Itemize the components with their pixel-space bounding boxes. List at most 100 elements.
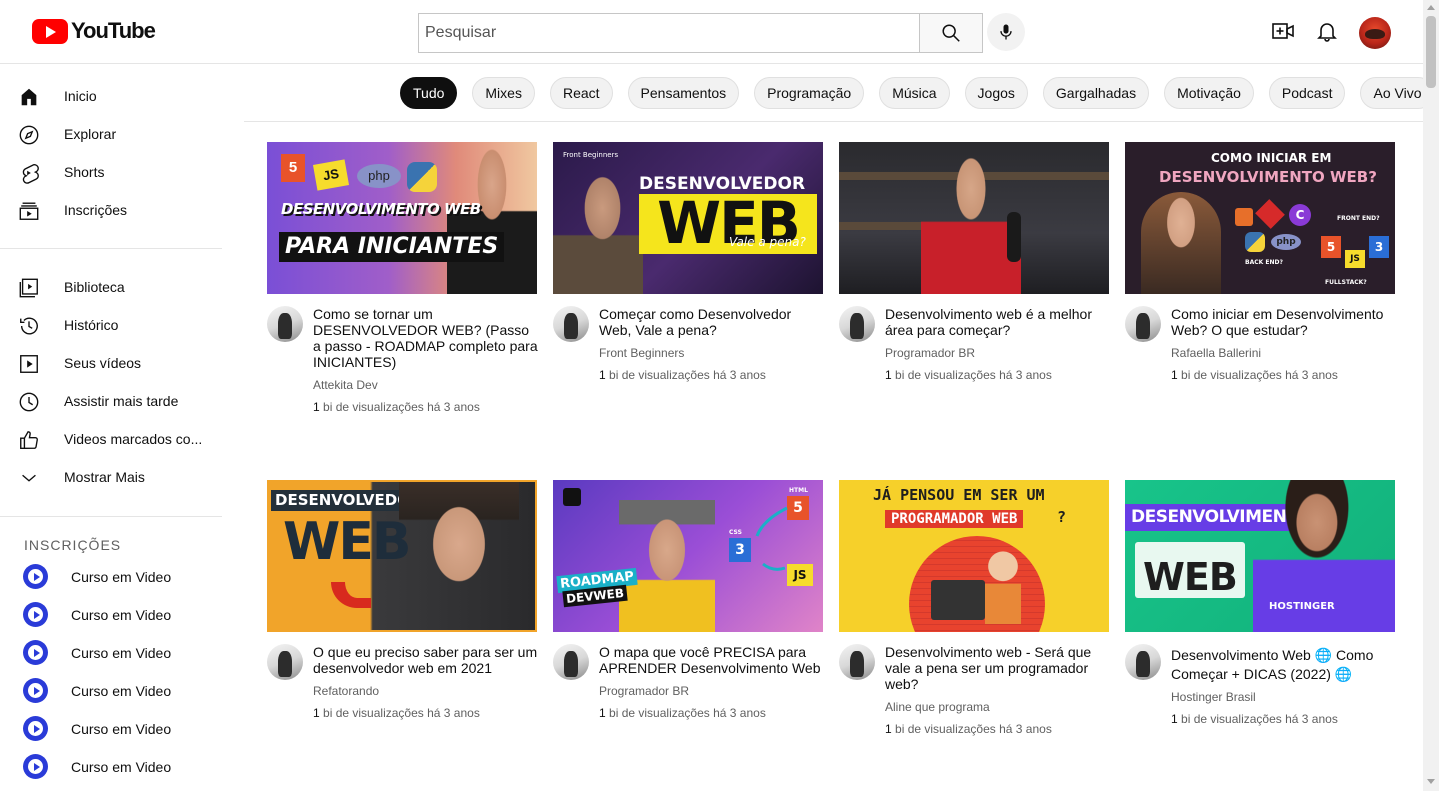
python-logo: [407, 162, 437, 192]
video-card[interactable]: HTML 5 CSS 3 JS ROADMAP DEVWEB O mapa qu…: [553, 480, 823, 762]
video-card[interactable]: 5 JS php DESENVOLVIMENTO WEB PARA INICIA…: [267, 142, 539, 424]
search-button[interactable]: [919, 13, 983, 53]
channel-avatar[interactable]: [1125, 644, 1161, 680]
js-logo: JS: [1345, 250, 1365, 268]
channel-name[interactable]: Rafaella Ballerini: [1171, 346, 1261, 360]
channel-avatar[interactable]: [553, 644, 589, 680]
video-title[interactable]: O que eu preciso saber para ser um desen…: [313, 644, 539, 676]
video-thumbnail[interactable]: JÁ PENSOU EM SER UM PROGRAMADOR WEB ?: [839, 480, 1109, 632]
subscription-label: Curso em Video: [71, 607, 172, 623]
search-input[interactable]: [418, 13, 919, 53]
video-thumbnail[interactable]: DESENVOLVIMENTO WEB HOSTINGER: [1125, 480, 1395, 632]
video-title[interactable]: Começar como Desenvolvedor Web, Vale a p…: [599, 306, 825, 338]
css3-logo: 3: [1369, 236, 1389, 258]
scroll-up-arrow-icon[interactable]: [1427, 5, 1435, 10]
channel-avatar[interactable]: [839, 644, 875, 680]
channel-name[interactable]: Front Beginners: [599, 346, 684, 360]
subscription-label: Curso em Video: [71, 683, 172, 699]
chip-mixes[interactable]: Mixes: [472, 77, 535, 109]
sidebar-item-your-videos[interactable]: Seus vídeos: [0, 344, 222, 382]
sidebar-item-liked-videos[interactable]: Videos marcados co...: [0, 420, 222, 458]
voice-search-button[interactable]: [987, 13, 1025, 51]
sidebar-item-history[interactable]: Histórico: [0, 306, 222, 344]
video-card[interactable]: COMO INICIAR EM DESENVOLVIMENTO WEB? C p…: [1125, 142, 1395, 424]
channel-avatar[interactable]: [267, 306, 303, 342]
subscription-item[interactable]: Curso em Video: [0, 710, 222, 748]
chip-gargalhadas[interactable]: Gargalhadas: [1042, 77, 1150, 109]
subscription-label: Curso em Video: [71, 721, 172, 737]
logo-text: YouTube: [71, 18, 156, 43]
chip-tudo[interactable]: Tudo: [400, 77, 458, 109]
video-card[interactable]: DESENVOLVEDOR WEB O que eu preciso saber…: [267, 480, 537, 762]
subscription-item[interactable]: Curso em Video: [0, 558, 222, 596]
html5-logo: HTML: [789, 487, 808, 494]
create-video-button[interactable]: [1270, 18, 1296, 44]
video-card[interactable]: JÁ PENSOU EM SER UM PROGRAMADOR WEB ? De…: [839, 480, 1109, 762]
css3-logo: CSS: [729, 529, 742, 536]
subscription-label: Curso em Video: [71, 569, 172, 585]
channel-avatar[interactable]: [1125, 306, 1161, 342]
thumbnail-text-line3: Vale a pena?: [729, 235, 806, 249]
chip-podcast[interactable]: Podcast: [1268, 77, 1346, 109]
video-title[interactable]: Desenvolvimento web - Será que vale a pe…: [885, 644, 1111, 692]
subscription-item[interactable]: Curso em Video: [0, 748, 222, 786]
sidebar-item-label: Biblioteca: [64, 279, 125, 295]
sidebar-item-watch-later[interactable]: Assistir mais tarde: [0, 382, 222, 420]
sidebar-item-show-more[interactable]: Mostrar Mais: [0, 458, 222, 496]
channel-name[interactable]: Attekita Dev: [313, 378, 378, 392]
sidebar-item-explore[interactable]: Explorar: [0, 115, 222, 153]
channel-name[interactable]: Aline que programa: [885, 700, 990, 714]
chip-programacao[interactable]: Programação: [754, 77, 865, 109]
video-card[interactable]: Desenvolvimento web é a melhor área para…: [839, 142, 1109, 424]
channel-avatar[interactable]: [839, 306, 875, 342]
page-scrollbar[interactable]: [1423, 0, 1439, 791]
video-title[interactable]: Como iniciar em Desenvolvimento Web? O q…: [1171, 306, 1397, 338]
youtube-logo[interactable]: YouTube: [32, 18, 156, 44]
channel-name[interactable]: Hostinger Brasil: [1171, 690, 1256, 704]
channel-avatar[interactable]: [553, 306, 589, 342]
video-thumbnail[interactable]: HTML 5 CSS 3 JS ROADMAP DEVWEB: [553, 480, 823, 632]
sidebar-item-library[interactable]: Biblioteca: [0, 268, 222, 306]
video-title[interactable]: Desenvolvimento Web 🌐 Como Começar + DIC…: [1171, 646, 1397, 684]
channel-avatar-icon: [23, 678, 48, 703]
video-thumbnail[interactable]: COMO INICIAR EM DESENVOLVIMENTO WEB? C p…: [1125, 142, 1395, 294]
sidebar-divider: [0, 516, 222, 517]
video-card[interactable]: Front Beginners DESENVOLVEDOR WEB Vale a…: [553, 142, 823, 424]
library-icon: [19, 278, 38, 298]
channel-avatar-icon: [23, 716, 48, 741]
subscription-item[interactable]: Curso em Video: [0, 672, 222, 710]
sidebar-item-shorts[interactable]: Shorts: [0, 153, 222, 191]
video-thumbnail[interactable]: [839, 142, 1109, 294]
sidebar-item-subscriptions[interactable]: Inscrições: [0, 191, 222, 229]
sidebar-item-home[interactable]: Inicio: [0, 77, 222, 115]
thumbnail-question-mark: ?: [1057, 508, 1067, 526]
video-thumbnail[interactable]: DESENVOLVEDOR WEB: [267, 480, 537, 632]
chip-jogos[interactable]: Jogos: [964, 77, 1028, 109]
video-card[interactable]: DESENVOLVIMENTO WEB HOSTINGER Desenvolvi…: [1125, 480, 1395, 762]
presenter: [399, 482, 519, 630]
subscription-label: Curso em Video: [71, 645, 172, 661]
subscription-item[interactable]: Curso em Video: [0, 596, 222, 634]
video-title[interactable]: Como se tornar um DESENVOLVEDOR WEB? (Pa…: [313, 306, 539, 370]
video-thumbnail[interactable]: 5 JS php DESENVOLVIMENTO WEB PARA INICIA…: [267, 142, 537, 294]
chip-motivacao[interactable]: Motivação: [1164, 77, 1254, 109]
thumbnail-front-end: FRONT END?: [1337, 215, 1380, 222]
channel-name[interactable]: Programador BR: [885, 346, 975, 360]
video-title[interactable]: O mapa que você PRECISA para APRENDER De…: [599, 644, 825, 676]
notifications-button[interactable]: [1314, 18, 1340, 44]
computer-monitor: [931, 580, 985, 620]
channel-avatar[interactable]: [267, 644, 303, 680]
subscription-item[interactable]: Curso em Video: [0, 634, 222, 672]
chip-react[interactable]: React: [549, 77, 613, 109]
scroll-down-arrow-icon[interactable]: [1427, 779, 1435, 784]
account-avatar[interactable]: [1359, 17, 1391, 49]
video-title[interactable]: Desenvolvimento web é a melhor área para…: [885, 306, 1111, 338]
video-thumbnail[interactable]: Front Beginners DESENVOLVEDOR WEB Vale a…: [553, 142, 823, 294]
channel-name[interactable]: Refatorando: [313, 684, 379, 698]
channel-name[interactable]: Programador BR: [599, 684, 689, 698]
chip-musica[interactable]: Música: [879, 77, 950, 109]
subscriptions-section-title: INSCRIÇÕES: [24, 537, 122, 553]
history-icon: [20, 317, 38, 335]
chip-pensamentos[interactable]: Pensamentos: [627, 77, 740, 109]
scrollbar-thumb[interactable]: [1426, 16, 1436, 88]
